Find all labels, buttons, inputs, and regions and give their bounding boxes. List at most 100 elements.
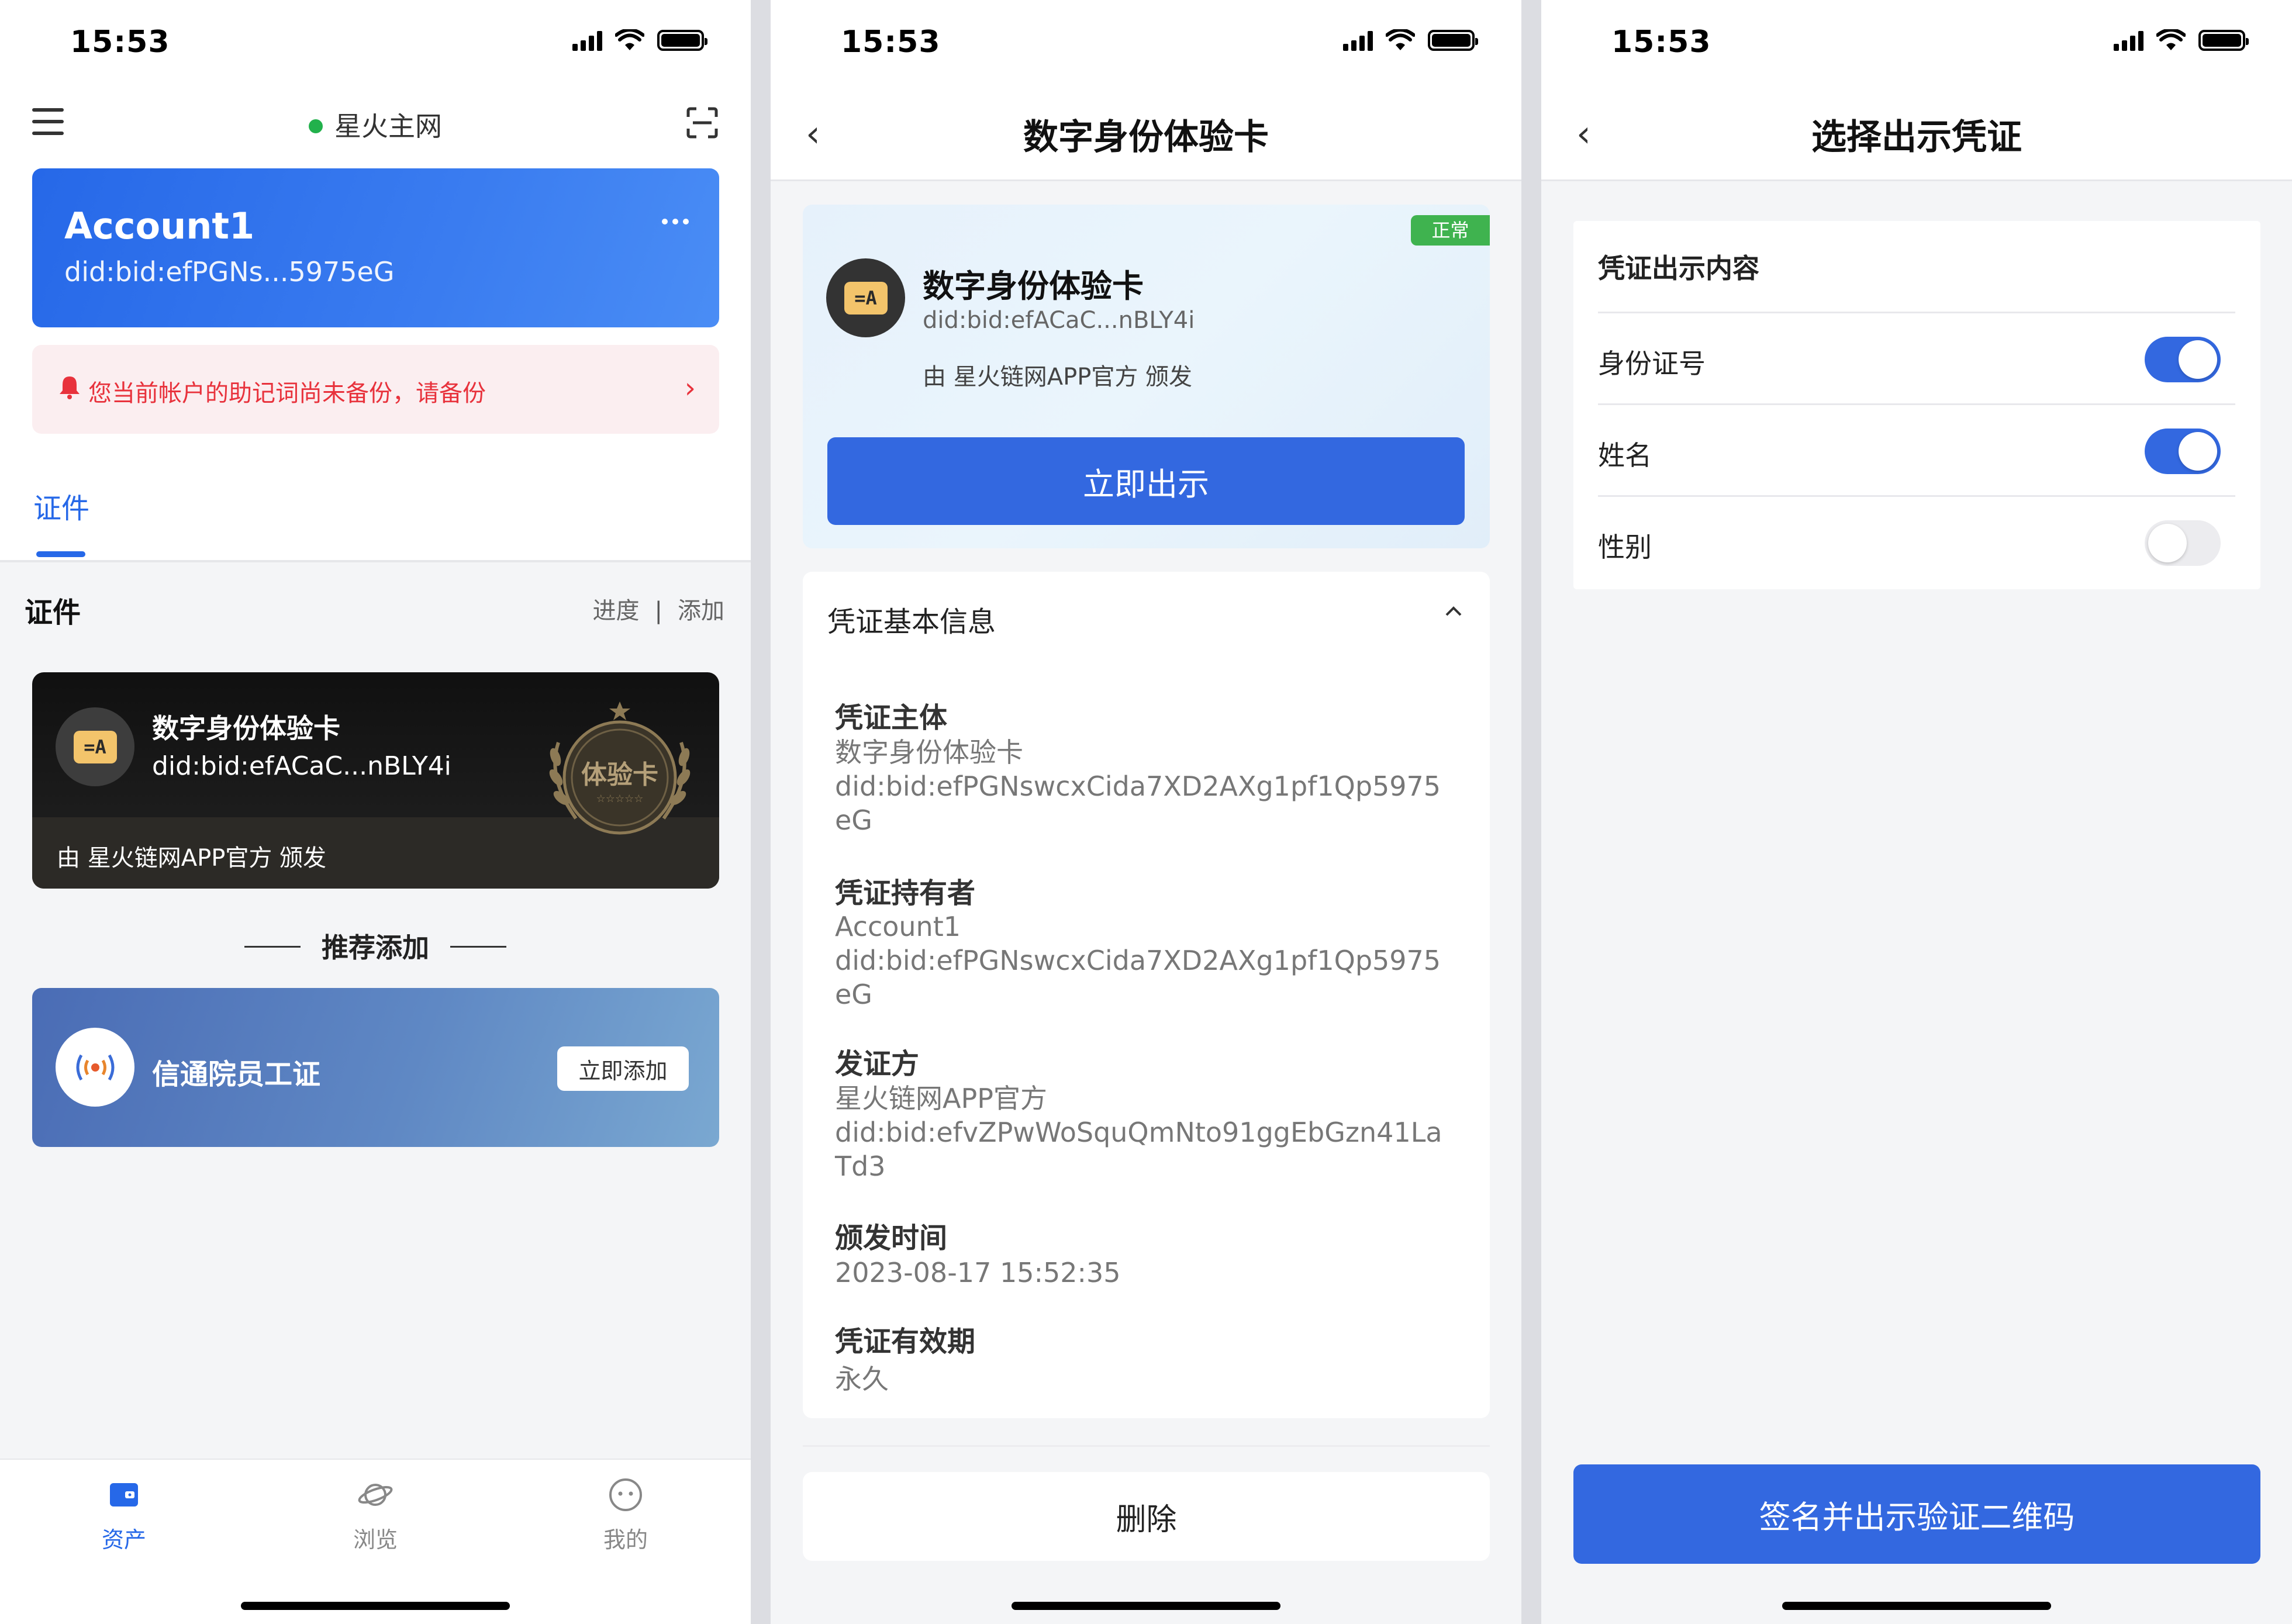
- progress-link[interactable]: 进度: [593, 597, 640, 624]
- assets-screen: 15:53 星火主网 Account1 did:bid:efPGNs...597…: [0, 0, 751, 1624]
- tab-certificates[interactable]: 证件: [33, 485, 89, 526]
- nav-header: ‹ 数字身份体验卡: [771, 82, 1521, 181]
- credential-issuer: 由 星火链网APP官方 颁发: [57, 845, 327, 872]
- field-value-issuer: 星火链网APP官方: [835, 1083, 1047, 1114]
- wifi-icon: [2156, 29, 2186, 50]
- add-link[interactable]: 添加: [678, 597, 724, 624]
- tab-browse[interactable]: 浏览: [317, 1476, 434, 1554]
- field-label-holder: 凭证持有者: [835, 877, 976, 910]
- status-bar: 15:53: [1541, 0, 2292, 82]
- signal-icon: [1343, 30, 1373, 51]
- credential-title: 数字身份体验卡: [152, 713, 340, 744]
- battery-icon: [2198, 30, 2249, 51]
- toggle-name[interactable]: [2145, 429, 2221, 474]
- tab-mine-label: 我的: [603, 1527, 648, 1553]
- nav-header: ‹ 选择出示凭证: [1541, 82, 2292, 181]
- status-bar: 15:53: [771, 0, 1521, 82]
- field-label-issuer: 发证方: [835, 1048, 920, 1080]
- smile-icon: [607, 1476, 644, 1514]
- tab-browse-label: 浏览: [353, 1527, 398, 1553]
- page-title: 数字身份体验卡: [1023, 117, 1269, 158]
- option-row-name: 姓名: [1598, 403, 2235, 495]
- toggle-gender[interactable]: [2145, 520, 2221, 566]
- field-value-validity: 永久: [835, 1363, 889, 1395]
- planet-icon: [357, 1476, 394, 1514]
- section-links: 进度 | 添加: [593, 592, 724, 626]
- tab-active-indicator: [36, 551, 85, 557]
- credential-did: did:bid:efACaC...nBLY4i: [152, 751, 451, 781]
- tab-mine[interactable]: 我的: [567, 1476, 684, 1554]
- home-indicator: [241, 1602, 510, 1610]
- sign-and-show-qr-button[interactable]: 签名并出示验证二维码: [1573, 1464, 2260, 1564]
- account-name: Account1: [64, 205, 255, 247]
- chevron-right-icon: ›: [684, 372, 696, 405]
- credential-card: 正常 =A 数字身份体验卡 did:bid:efACaC...nBLY4i 由 …: [803, 205, 1490, 548]
- credential-detail-screen: 15:53 ‹ 数字身份体验卡 正常 =A 数字身份体验卡 did:bid:ef…: [771, 0, 1521, 1624]
- more-options-icon[interactable]: [662, 219, 689, 224]
- home-indicator: [1012, 1602, 1280, 1610]
- add-now-button[interactable]: 立即添加: [557, 1046, 689, 1091]
- option-label-gender: 性别: [1598, 531, 1652, 563]
- medal-icon: 体验卡 ☆☆☆☆☆: [549, 702, 691, 835]
- status-bar: 15:53: [0, 0, 751, 82]
- recommend-name: 信通院员工证: [152, 1058, 321, 1091]
- status-time: 15:53: [1611, 25, 1711, 60]
- credential-did: did:bid:efACaC...nBLY4i: [923, 307, 1195, 334]
- id-card-icon: =A: [826, 258, 905, 337]
- home-indicator: [1782, 1602, 2051, 1610]
- field-label-issue-time: 颁发时间: [835, 1222, 948, 1255]
- battery-icon: [657, 30, 707, 51]
- option-row-gender: 性别: [1598, 495, 2235, 587]
- option-label-name: 姓名: [1598, 440, 1652, 471]
- page-title: 选择出示凭证: [1811, 117, 2022, 158]
- option-label-id-number: 身份证号: [1598, 348, 1706, 379]
- field-value-subject: 数字身份体验卡: [835, 737, 1023, 768]
- scan-icon[interactable]: [686, 106, 719, 139]
- signal-icon: [572, 30, 602, 51]
- status-time: 15:53: [70, 25, 170, 60]
- bottom-tab-bar: 资产 浏览 我的: [0, 1459, 751, 1624]
- bell-icon: [60, 376, 80, 399]
- wallet-icon: [105, 1476, 143, 1514]
- tab-assets-label: 资产: [101, 1527, 146, 1553]
- field-value-subject-did: did:bid:efPGNswcxCida7XD2AXg1pf1Qp5975eG: [835, 770, 1441, 836]
- broadcast-icon: [56, 1028, 134, 1107]
- status-time: 15:53: [841, 25, 941, 60]
- wifi-icon: [1386, 29, 1415, 50]
- select-present-screen: 15:53 ‹ 选择出示凭证 凭证出示内容 身份证号 姓名 性别 签名并出示验证…: [1541, 0, 2292, 1624]
- account-card[interactable]: Account1 did:bid:efPGNs...5975eG: [32, 168, 719, 327]
- recommend-card[interactable]: 信通院员工证 立即添加: [32, 988, 719, 1147]
- credential-issuer: 由 星火链网APP官方 颁发: [923, 364, 1193, 391]
- section-title: 证件: [25, 596, 81, 629]
- tab-assets[interactable]: 资产: [65, 1476, 182, 1554]
- network-status-dot: [309, 119, 323, 133]
- account-did: did:bid:efPGNs...5975eG: [64, 256, 395, 288]
- wifi-icon: [615, 29, 644, 50]
- status-badge: 正常: [1411, 215, 1490, 246]
- chevron-up-icon[interactable]: [1442, 600, 1465, 623]
- present-options-panel: 凭证出示内容 身份证号 姓名 性别: [1573, 221, 2260, 589]
- battery-icon: [1428, 30, 1478, 51]
- field-value-holder-did: did:bid:efPGNswcxCida7XD2AXg1pf1Qp5975eG: [835, 945, 1441, 1010]
- field-label-subject: 凭证主体: [835, 702, 948, 734]
- svg-text:☆☆☆☆☆: ☆☆☆☆☆: [596, 793, 644, 805]
- network-name: 星火主网: [334, 110, 442, 142]
- toggle-id-number[interactable]: [2145, 337, 2221, 382]
- option-row-id-number: 身份证号: [1598, 312, 2235, 403]
- credential-card[interactable]: =A 数字身份体验卡 did:bid:efACaC...nBLY4i 由 星火链…: [32, 672, 719, 889]
- link-separator: |: [654, 597, 662, 624]
- field-label-validity: 凭证有效期: [835, 1325, 976, 1358]
- options-section-title: 凭证出示内容: [1598, 253, 1759, 284]
- delete-button[interactable]: 删除: [803, 1472, 1490, 1561]
- backup-warning-banner[interactable]: 您当前帐户的助记词尚未备份，请备份 ›: [32, 345, 719, 434]
- backup-warning-text: 您当前帐户的助记词尚未备份，请备份: [88, 380, 486, 407]
- present-now-button[interactable]: 立即出示: [827, 437, 1465, 525]
- field-value-holder: Account1: [835, 911, 961, 942]
- medal-text: 体验卡: [581, 760, 658, 790]
- info-panel-title[interactable]: 凭证基本信息: [827, 599, 996, 640]
- network-indicator[interactable]: 星火主网: [0, 105, 751, 144]
- credential-title: 数字身份体验卡: [923, 268, 1144, 305]
- credential-info-panel: 凭证基本信息 凭证主体 数字身份体验卡 did:bid:efPGNswcxCid…: [803, 572, 1490, 1418]
- signal-icon: [2114, 30, 2143, 51]
- field-value-issuer-did: did:bid:efvZPwWoSquQmNto91ggEbGzn41LaTd3: [835, 1117, 1442, 1182]
